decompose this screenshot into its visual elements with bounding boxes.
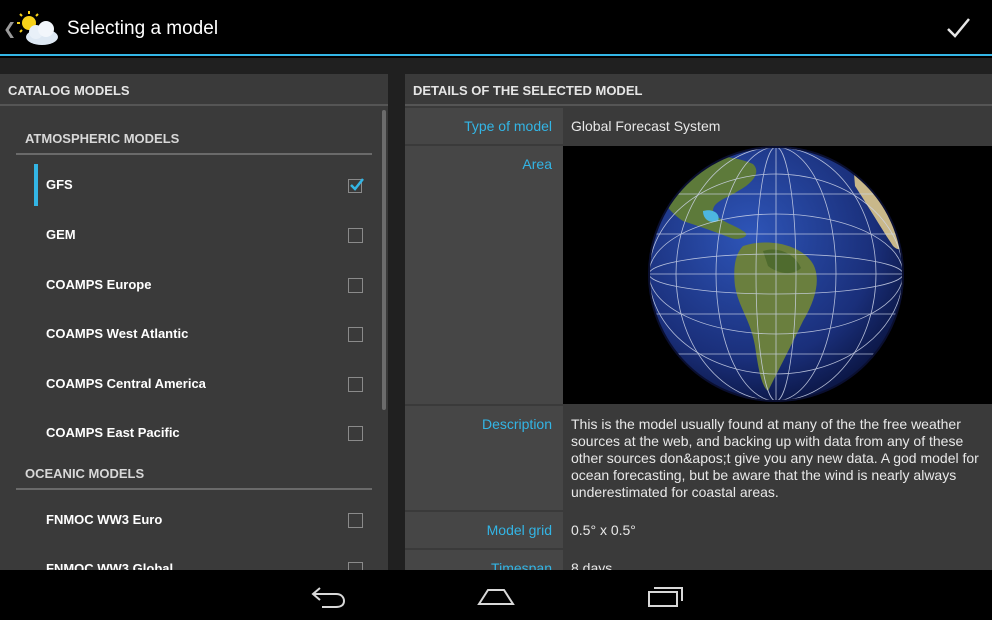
model-item-coamps-west-atlantic[interactable]: COAMPS West Atlantic bbox=[34, 313, 370, 355]
area-globe-image bbox=[563, 146, 992, 404]
checkbox-icon[interactable] bbox=[348, 561, 364, 570]
globe-icon bbox=[648, 146, 904, 402]
model-item-coamps-central-america[interactable]: COAMPS Central America bbox=[34, 363, 370, 405]
section-header-oceanic: OCEANIC MODELS bbox=[16, 466, 372, 490]
home-icon[interactable] bbox=[476, 580, 516, 610]
catalog-header: CATALOG MODELS bbox=[0, 74, 388, 106]
model-label: GFS bbox=[46, 177, 73, 192]
type-label: Type of model bbox=[464, 118, 552, 134]
checkmark-icon[interactable] bbox=[940, 12, 976, 44]
catalog-scrollbar[interactable] bbox=[382, 110, 386, 410]
model-label: COAMPS East Pacific bbox=[46, 425, 180, 440]
model-label: FNMOC WW3 Euro bbox=[46, 512, 163, 527]
navigation-bar bbox=[0, 570, 992, 620]
checkbox-icon[interactable] bbox=[348, 376, 364, 392]
model-item-coamps-east-pacific[interactable]: COAMPS East Pacific bbox=[34, 412, 370, 454]
details-panel: DETAILS OF THE SELECTED MODEL Type of mo… bbox=[405, 74, 992, 570]
type-value-box: Global Forecast System bbox=[563, 108, 992, 144]
back-icon[interactable] bbox=[308, 580, 348, 610]
model-item-fnmoc-ww3-global[interactable]: FNMOC WW3 Global bbox=[34, 548, 370, 570]
checkbox-icon[interactable] bbox=[348, 512, 364, 528]
recent-apps-icon[interactable] bbox=[645, 580, 685, 610]
model-item-gem[interactable]: GEM bbox=[34, 214, 370, 256]
catalog-panel: CATALOG MODELS ATMOSPHERIC MODELS GFS GE… bbox=[0, 74, 388, 570]
grid-label: Model grid bbox=[486, 522, 552, 538]
weather-app-icon[interactable] bbox=[14, 11, 60, 47]
type-value: Global Forecast System bbox=[571, 118, 721, 134]
model-label: COAMPS West Atlantic bbox=[46, 326, 189, 341]
details-header: DETAILS OF THE SELECTED MODEL bbox=[405, 74, 992, 106]
timespan-label: Timespan bbox=[491, 560, 552, 570]
detail-row-grid: Model grid 0.5° x 0.5° bbox=[405, 512, 992, 548]
description-value: This is the model usually found at many … bbox=[563, 406, 992, 510]
detail-row-type: Type of model Global Forecast System bbox=[405, 108, 992, 144]
timespan-value-box: 8 days bbox=[563, 550, 992, 570]
selection-indicator bbox=[34, 164, 38, 206]
checkbox-icon[interactable] bbox=[348, 326, 364, 342]
page-title: Selecting a model bbox=[67, 18, 219, 39]
detail-row-description: Description This is the model usually fo… bbox=[405, 406, 992, 510]
section-header-atmospheric: ATMOSPHERIC MODELS bbox=[16, 131, 372, 155]
area-label: Area bbox=[522, 156, 552, 172]
detail-row-area: Area bbox=[405, 146, 992, 404]
checkbox-icon[interactable] bbox=[348, 425, 364, 441]
description-label: Description bbox=[481, 416, 552, 432]
model-item-fnmoc-ww3-euro[interactable]: FNMOC WW3 Euro bbox=[34, 499, 370, 541]
model-label: FNMOC WW3 Global bbox=[46, 561, 174, 570]
detail-row-timespan: Timespan 8 days bbox=[405, 550, 992, 570]
model-label: COAMPS Central America bbox=[46, 376, 206, 391]
checkbox-icon[interactable] bbox=[348, 227, 364, 243]
model-label: GEM bbox=[46, 227, 76, 242]
action-bar: ❮ Selecting a model bbox=[0, 0, 992, 56]
checkbox-icon[interactable] bbox=[348, 277, 364, 293]
content-area: CATALOG MODELS ATMOSPHERIC MODELS GFS GE… bbox=[0, 58, 992, 570]
grid-value-box: 0.5° x 0.5° bbox=[563, 512, 992, 548]
model-item-coamps-europe[interactable]: COAMPS Europe bbox=[34, 264, 370, 306]
checkbox-checked-icon[interactable] bbox=[348, 177, 364, 193]
model-label: COAMPS Europe bbox=[46, 277, 152, 292]
grid-value: 0.5° x 0.5° bbox=[571, 522, 636, 538]
model-item-gfs[interactable]: GFS bbox=[34, 164, 370, 206]
timespan-value: 8 days bbox=[571, 560, 613, 570]
